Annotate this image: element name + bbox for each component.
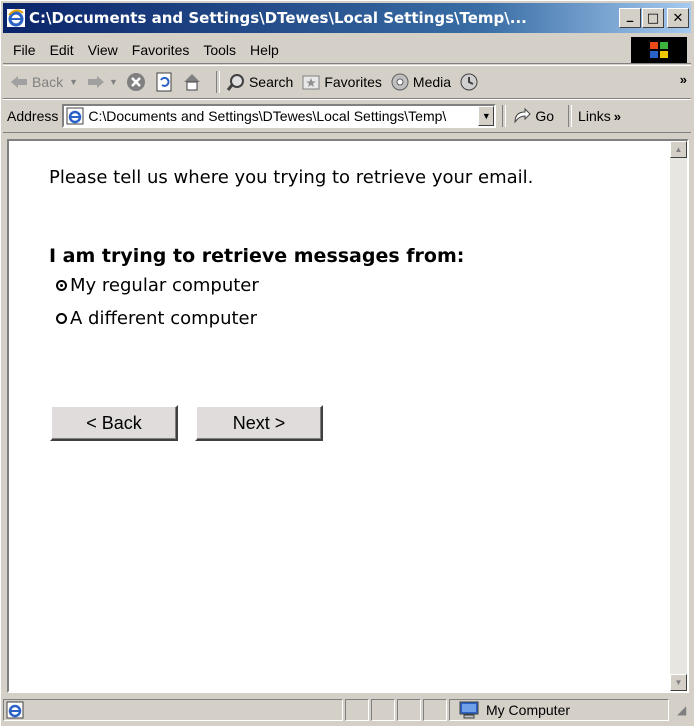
forward-arrow-icon — [86, 72, 106, 92]
status-bar: My Computer ◢ — [3, 697, 691, 723]
address-label: Address — [7, 108, 59, 124]
next-nav-button[interactable]: Next > — [195, 405, 323, 441]
chevron-down-icon: ▼ — [481, 111, 491, 121]
favorites-button[interactable]: Favorites — [301, 72, 382, 92]
menu-edit[interactable]: Edit — [50, 42, 74, 58]
minimize-icon: _ — [626, 7, 634, 23]
intro-text: Please tell us where you trying to retri… — [49, 167, 534, 188]
close-button[interactable]: ✕ — [667, 8, 689, 28]
question-heading: I am trying to retrieve messages from: — [49, 245, 465, 267]
search-icon — [226, 72, 246, 92]
address-input[interactable]: C:\Documents and Settings\DTewes\Local S… — [62, 104, 497, 128]
resize-grip-icon[interactable]: ◢ — [677, 703, 686, 717]
menu-view[interactable]: View — [88, 42, 118, 58]
go-arrow-icon — [512, 106, 532, 126]
links-button[interactable]: Links — [578, 108, 611, 124]
history-icon — [460, 73, 478, 91]
option-different-computer[interactable]: A different computer — [56, 308, 257, 329]
option-regular-computer[interactable]: My regular computer — [56, 275, 259, 296]
home-icon — [183, 74, 200, 91]
ie-logo-icon — [7, 9, 25, 27]
close-icon: ✕ — [672, 10, 684, 26]
address-separator — [502, 105, 507, 127]
menu-tools[interactable]: Tools — [203, 42, 236, 58]
status-pane — [423, 699, 447, 721]
window-title: C:\Documents and Settings\DTewes\Local S… — [29, 9, 527, 27]
page-viewport: ▲ ▼ Please tell us where you trying to r… — [7, 139, 689, 693]
status-pane — [397, 699, 421, 721]
option-regular-label: My regular computer — [70, 275, 259, 296]
address-dropdown-button[interactable]: ▼ — [478, 106, 495, 126]
status-pane — [345, 699, 369, 721]
status-pane — [371, 699, 395, 721]
favorites-icon — [301, 72, 321, 92]
back-button[interactable]: Back ▼ — [9, 72, 78, 92]
radio-different-computer[interactable] — [56, 313, 67, 324]
menu-file[interactable]: File — [13, 42, 36, 58]
browser-window: C:\Documents and Settings\DTewes\Local S… — [0, 0, 694, 726]
title-bar[interactable]: C:\Documents and Settings\DTewes\Local S… — [3, 3, 691, 33]
media-label: Media — [412, 74, 452, 90]
media-button[interactable]: Media — [390, 72, 451, 92]
vertical-scrollbar[interactable]: ▲ ▼ — [670, 141, 687, 691]
stop-button[interactable] — [126, 72, 146, 92]
home-button[interactable] — [182, 72, 202, 92]
media-icon — [390, 72, 410, 92]
maximize-button[interactable]: □ — [642, 8, 664, 28]
arrow-down-icon: ▼ — [674, 678, 683, 687]
standard-toolbar: Back ▼ ▼ Search Favorites Media » — [3, 65, 691, 99]
status-zone-pane: My Computer — [449, 699, 669, 721]
chevron-down-icon: ▼ — [69, 77, 79, 87]
back-arrow-icon — [9, 72, 29, 92]
go-label: Go — [535, 108, 555, 124]
search-label: Search — [248, 74, 294, 90]
minimize-button[interactable]: _ — [619, 8, 641, 28]
address-bar: Address C:\Documents and Settings\DTewes… — [3, 99, 691, 133]
toolbar-separator — [215, 71, 220, 93]
menu-favorites[interactable]: Favorites — [132, 42, 190, 58]
radio-regular-computer[interactable] — [56, 280, 67, 291]
option-different-label: A different computer — [70, 308, 258, 329]
refresh-button[interactable] — [154, 72, 174, 92]
status-main-pane — [3, 699, 343, 721]
links-more-chevron-icon[interactable]: » — [614, 109, 621, 124]
toolbar-more-chevron-icon[interactable]: » — [680, 72, 687, 87]
favorites-label: Favorites — [324, 74, 382, 90]
page-icon — [66, 107, 84, 125]
arrow-up-icon: ▲ — [674, 145, 683, 154]
go-button[interactable]: Go — [512, 106, 554, 126]
refresh-icon — [156, 72, 172, 92]
menu-help[interactable]: Help — [250, 42, 279, 58]
windows-logo-icon — [631, 37, 687, 63]
scroll-up-button[interactable]: ▲ — [670, 141, 687, 158]
links-separator — [568, 105, 573, 127]
history-button[interactable] — [459, 72, 479, 92]
menu-bar: File Edit View Favorites Tools Help — [3, 37, 691, 64]
back-nav-button[interactable]: < Back — [50, 405, 178, 441]
stop-icon — [126, 73, 145, 91]
maximize-icon: □ — [646, 10, 660, 26]
my-computer-icon — [459, 701, 479, 719]
forward-button[interactable]: ▼ — [86, 72, 118, 92]
scroll-down-button[interactable]: ▼ — [670, 674, 687, 691]
back-label: Back — [32, 74, 64, 90]
status-zone-label: My Computer — [486, 702, 571, 718]
chevron-down-icon: ▼ — [109, 77, 118, 87]
address-value: C:\Documents and Settings\DTewes\Local S… — [88, 108, 447, 124]
search-button[interactable]: Search — [226, 72, 293, 92]
page-icon — [6, 701, 24, 719]
